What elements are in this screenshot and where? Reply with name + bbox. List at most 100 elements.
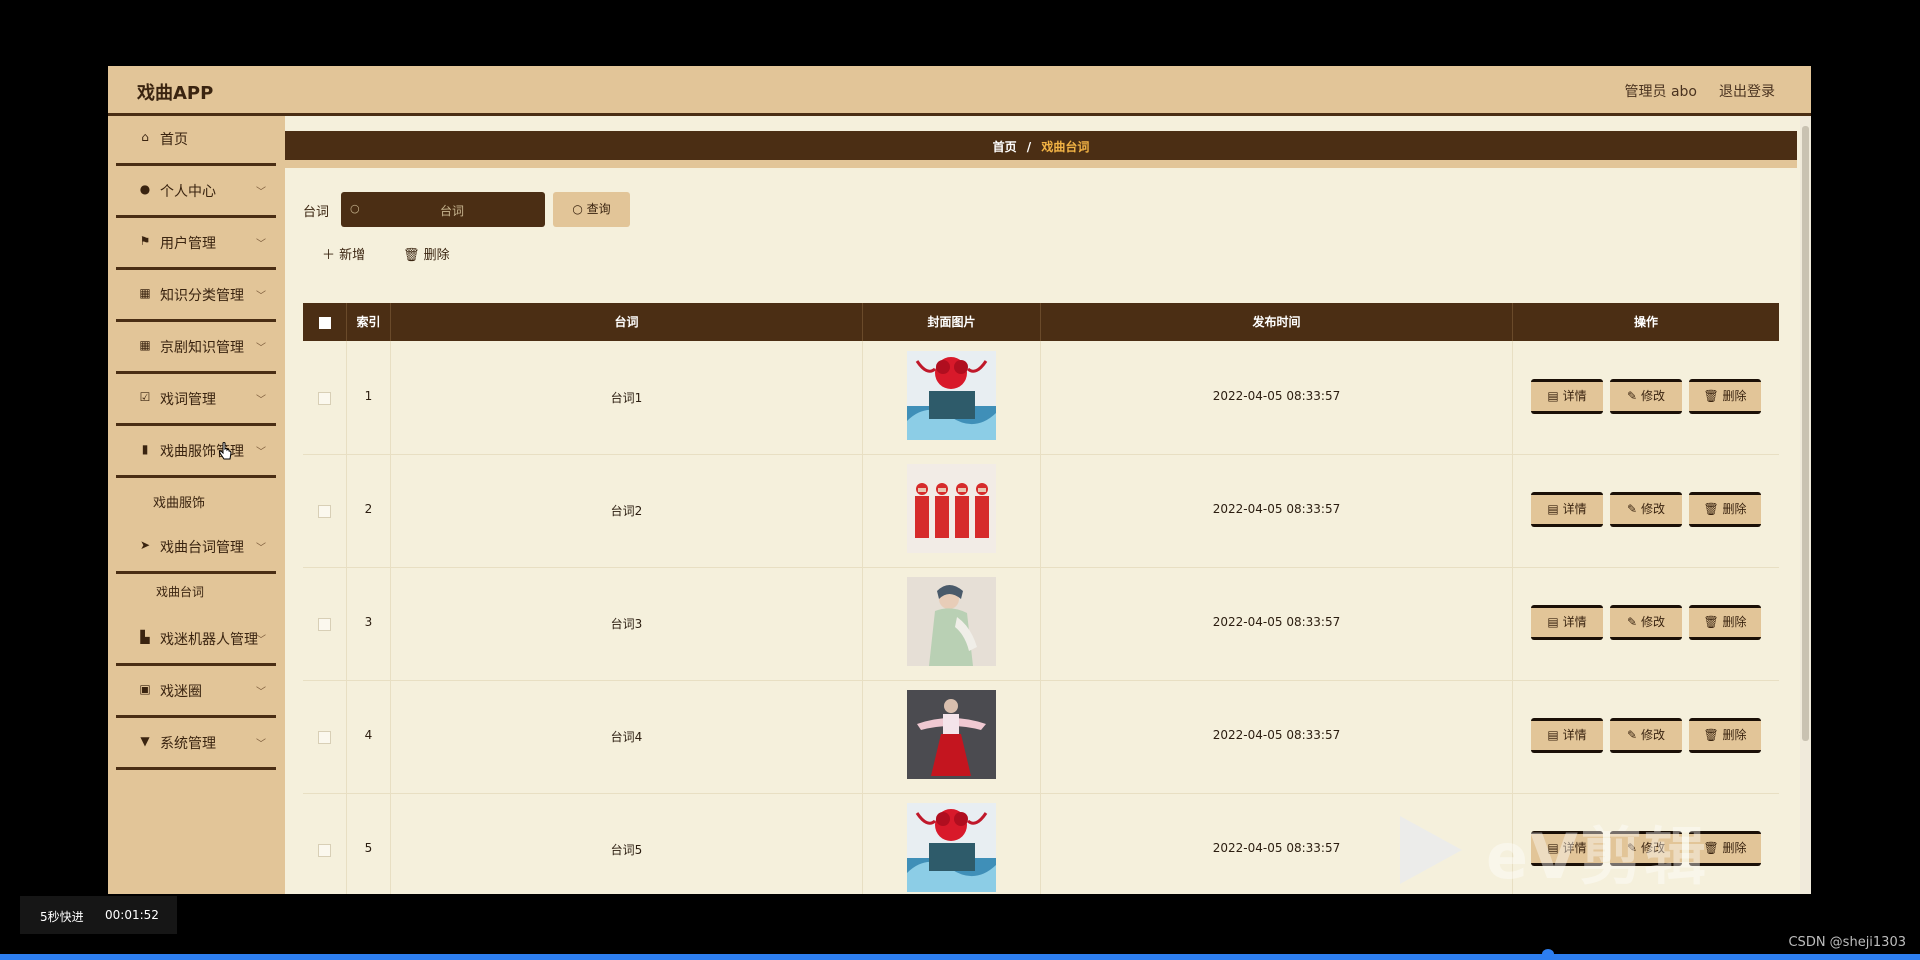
video-progress-bar[interactable] [0,954,1920,960]
sidebar-subitem-label: 戏曲服饰 [153,496,206,511]
sidebar-item-knowledge-category[interactable]: ▦ 知识分类管理 ﹀ [116,272,276,322]
delete-button[interactable]: 🗑 删除 [1689,492,1761,527]
add-button[interactable]: ＋ 新增 [322,244,365,263]
app-title: 戏曲APP [137,83,214,104]
clipboard-icon: ▣ [139,682,151,696]
sidebar-item-profile[interactable]: ● 个人中心 ﹀ [116,168,276,218]
send-icon: ➤ [139,538,151,552]
select-all-checkbox-cell [303,303,347,341]
vertical-scrollbar[interactable] [1800,116,1811,894]
row-time: 2022-04-05 08:33:57 [1212,389,1341,403]
row-checkbox[interactable] [318,505,331,518]
delete-button[interactable]: 🗑 删除 [1689,379,1761,414]
playback-time: 00:01:52 [105,908,159,922]
search-icon: ○ [572,202,583,216]
sidebar-item-system[interactable]: ▼ 系统管理 ﹀ [116,720,276,770]
row-index: 3 [364,615,373,629]
breadcrumb: 首页 / 戏曲台词 [285,138,1797,155]
cover-image[interactable] [907,803,996,892]
row-checkbox[interactable] [318,618,331,631]
search-field[interactable]: ○ [341,192,545,229]
detail-button[interactable]: ▤ 详情 [1531,718,1603,753]
detail-label: 详情 [1562,389,1587,403]
row-lines: 台词3 [610,617,643,631]
detail-label: 详情 [1562,615,1587,629]
detail-button[interactable]: ▤ 详情 [1531,605,1603,640]
user-label: 管理员 abo [1624,84,1697,100]
sidebar-subitem-lines[interactable]: 戏曲台词 [108,574,285,610]
header-cover: 封面图片 [863,303,1041,341]
sidebar-item-home[interactable]: ⌂ 首页 [116,116,276,166]
header-time: 发布时间 [1041,303,1513,341]
plus-icon: ＋ [322,248,336,263]
batch-delete-button[interactable]: 🗑 删除 [403,244,450,263]
logout-link[interactable]: 退出登录 [1719,81,1775,101]
sidebar-item-opera-lines[interactable]: ➤ 戏曲台词管理 ﹀ [116,524,276,574]
trash-icon: 🗑 [1703,615,1719,629]
mouse-cursor-icon [219,442,232,460]
query-button[interactable]: ○ 查询 [553,192,630,227]
sidebar-item-lyrics[interactable]: ☑ 戏词管理 ﹀ [116,376,276,426]
cover-image[interactable] [907,351,996,440]
breadcrumb-home[interactable]: 首页 [993,140,1017,154]
table-row: 2 台词2 2022-04-05 08:33:57 ▤ 详情 ✎ 修改 🗑 删除 [303,454,1779,568]
delete-button[interactable]: 🗑 删除 [1689,718,1761,753]
chevron-down-icon: ﹀ [256,395,266,406]
row-checkbox[interactable] [318,731,331,744]
trash-icon: 🗑 [1703,502,1719,516]
main-content: 首页 / 戏曲台词 台词 ○ ○ 查询 ＋ 新增 🗑 删除 索引 台词 [285,116,1811,894]
sidebar-item-peking-opera[interactable]: ▦ 京剧知识管理 ﹀ [116,324,276,374]
sidebar-item-label: 戏词管理 [160,392,216,408]
edit-button[interactable]: ✎ 修改 [1610,379,1682,414]
sidebar-item-label: 个人中心 [160,184,216,200]
chevron-down-icon: ﹀ [256,187,266,198]
row-checkbox[interactable] [318,392,331,405]
select-all-checkbox[interactable] [318,316,331,329]
row-time: 2022-04-05 08:33:57 [1212,502,1341,516]
batch-delete-label: 删除 [423,248,450,263]
detail-button[interactable]: ▤ 详情 [1531,379,1603,414]
sidebar-item-costume[interactable]: ▮ 戏曲服饰管理 ﹀ [116,428,276,478]
search-label: 台词 [303,205,330,220]
grid-icon: ▦ [139,286,151,300]
row-time: 2022-04-05 08:33:57 [1212,728,1341,742]
search-input[interactable] [365,192,539,229]
edit-button[interactable]: ✎ 修改 [1610,605,1682,640]
chevron-down-icon: ﹀ [256,343,266,354]
cover-image[interactable] [907,464,996,553]
edit-button[interactable]: ✎ 修改 [1610,492,1682,527]
sidebar-item-fan-circle[interactable]: ▣ 戏迷圈 ﹀ [116,668,276,718]
sidebar-subitem-costume[interactable]: 戏曲服饰 [108,483,285,519]
row-lines: 台词5 [610,843,643,857]
chevron-down-icon: ﹀ [256,291,266,302]
delete-button[interactable]: 🗑 删除 [1689,605,1761,640]
top-bar: 戏曲APP 管理员 abo 退出登录 [108,66,1811,116]
video-progress-handle[interactable] [1541,949,1554,959]
detail-label: 详情 [1562,502,1587,516]
table-row: 4 台词4 2022-04-05 08:33:57 ▤ 详情 ✎ 修改 🗑 删除 [303,680,1779,794]
sidebar-item-label: 戏曲台词管理 [160,540,244,556]
breadcrumb-current: 戏曲台词 [1041,140,1090,154]
row-index: 4 [364,728,373,742]
play-logo-icon [1400,816,1462,884]
breadcrumb-bar: 首页 / 戏曲台词 [285,131,1797,168]
chevron-down-icon: ﹀ [256,543,266,554]
delete-label: 删除 [1722,502,1747,516]
scrollbar-thumb[interactable] [1802,126,1809,741]
row-checkbox[interactable] [318,844,331,857]
checkbox-icon: ☑ [139,390,151,404]
trash-icon: 🗑 [1703,728,1719,742]
credit-text: CSDN @sheji1303 [1788,935,1906,950]
delete-label: 删除 [1722,389,1747,403]
sidebar-item-robot[interactable]: ▙ 戏迷机器人管理 ﹀ [116,616,276,666]
cover-image[interactable] [907,690,996,779]
edit-button[interactable]: ✎ 修改 [1610,718,1682,753]
fast-forward-label[interactable]: 5秒快进 [40,908,84,925]
cover-image[interactable] [907,577,996,666]
grid-icon: ▦ [139,338,151,352]
add-button-label: 新增 [339,248,366,263]
chevron-down-icon: ﹀ [256,447,266,458]
query-button-label: 查询 [586,202,611,216]
detail-button[interactable]: ▤ 详情 [1531,492,1603,527]
sidebar-item-users[interactable]: ⚑ 用户管理 ﹀ [116,220,276,270]
